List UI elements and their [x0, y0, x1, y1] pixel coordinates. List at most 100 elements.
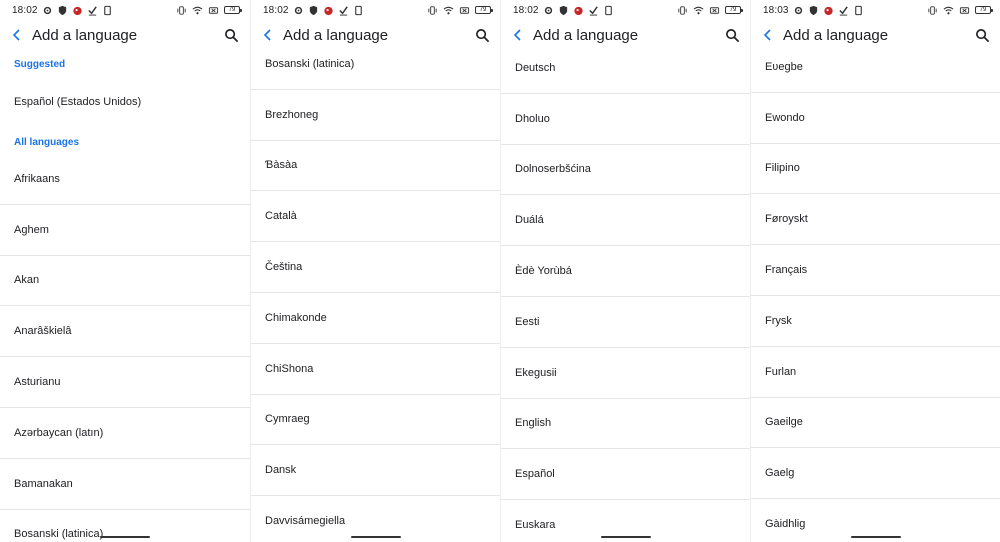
status-bar: 18:02 79 — [0, 0, 250, 20]
list-item[interactable]: Èdè Yorùbá — [501, 246, 750, 297]
status-bar: 18:02 79 — [251, 0, 500, 20]
list-item[interactable]: Frysk — [751, 296, 1000, 347]
shield-icon — [57, 5, 68, 16]
battery-icon: 79 — [975, 6, 993, 14]
list-item[interactable]: Español (Estados Unidos) — [0, 78, 250, 126]
section-header-suggested: Suggested — [14, 59, 66, 70]
battery-icon: 79 — [725, 6, 743, 14]
list-item[interactable]: Čeština — [251, 242, 500, 293]
check-icon — [588, 5, 599, 16]
gesture-nav-handle[interactable] — [851, 536, 901, 538]
gear-icon — [793, 5, 804, 16]
gesture-nav-handle[interactable] — [351, 536, 401, 538]
list-item[interactable]: Gaelg — [751, 448, 1000, 500]
page-title: Add a language — [32, 26, 138, 44]
vibrate-icon — [927, 5, 938, 16]
battery-icon: 79 — [224, 6, 242, 14]
vibrate-icon — [677, 5, 688, 16]
screen-panel-2: 18:02 79 Add a language Bosanski (latini… — [250, 0, 500, 542]
status-time: 18:03 — [763, 4, 789, 16]
app-notification-icon — [72, 5, 83, 16]
list-item[interactable]: Azərbaycan (latın) — [0, 408, 250, 459]
list-item[interactable]: Asturianu — [0, 357, 250, 408]
list-item[interactable]: Duálá — [501, 195, 750, 247]
list-item[interactable]: Eesti — [501, 297, 750, 348]
list-item[interactable]: Føroyskt — [751, 194, 1000, 246]
no-sim-icon — [459, 5, 470, 16]
gear-icon — [543, 5, 554, 16]
list-item[interactable]: Filipino — [751, 144, 1000, 195]
status-bar: 18:02 79 — [501, 0, 750, 20]
app-notification-icon — [573, 5, 584, 16]
list-item[interactable]: Français — [751, 245, 1000, 296]
gesture-nav-handle[interactable] — [100, 536, 150, 538]
list-item[interactable]: Bamanakan — [0, 459, 250, 510]
sim-card-icon — [603, 5, 614, 16]
sim-card-icon — [102, 5, 113, 16]
shield-icon — [808, 5, 819, 16]
list-item[interactable]: Dholuo — [501, 94, 750, 145]
sim-card-icon — [853, 5, 864, 16]
gesture-nav-handle[interactable] — [601, 536, 651, 538]
list-item[interactable]: Bosanski (latinica) — [251, 39, 500, 90]
list-item[interactable]: Gaeilge — [751, 398, 1000, 449]
vibrate-icon — [176, 5, 187, 16]
app-notification-icon — [823, 5, 834, 16]
language-list: Eʋegbe Ewondo Filipino Føroyskt Français… — [751, 42, 1000, 542]
app-notification-icon — [323, 5, 334, 16]
back-arrow-icon[interactable] — [2, 20, 32, 50]
list-item[interactable]: Dansk — [251, 445, 500, 497]
screen-panel-1: 18:02 79 Add a language Suggested Españo… — [0, 0, 250, 542]
list-item[interactable]: Furlan — [751, 347, 1000, 398]
list-item[interactable]: Ewondo — [751, 93, 1000, 144]
list-item[interactable]: Ekegusii — [501, 348, 750, 399]
search-icon[interactable] — [218, 22, 244, 48]
wifi-icon — [693, 5, 704, 16]
list-item[interactable]: Ɓàsàa — [251, 141, 500, 192]
wifi-icon — [443, 5, 454, 16]
no-sim-icon — [959, 5, 970, 16]
list-item[interactable]: Chimakonde — [251, 293, 500, 344]
wifi-icon — [943, 5, 954, 16]
list-item[interactable]: Español — [501, 449, 750, 501]
language-list: Deutsch Dholuo Dolnoserbšćina Duálá Èdè … — [501, 43, 750, 542]
shield-icon — [558, 5, 569, 16]
shield-icon — [308, 5, 319, 16]
list-item[interactable]: Eʋegbe — [751, 42, 1000, 93]
check-icon — [338, 5, 349, 16]
list-item[interactable]: Anarâškielâ — [0, 306, 250, 358]
status-time: 18:02 — [513, 4, 539, 16]
list-item[interactable]: Cymraeg — [251, 395, 500, 446]
gear-icon — [42, 5, 53, 16]
screen-panel-3: 18:02 79 Add a language Deutsch Dholuo D… — [500, 0, 750, 542]
list-item[interactable]: Brezhoneg — [251, 90, 500, 141]
list-item[interactable]: English — [501, 399, 750, 450]
page-title: Add a language — [533, 26, 639, 44]
no-sim-icon — [208, 5, 219, 16]
app-bar: Add a language — [0, 20, 250, 50]
list-item[interactable]: Deutsch — [501, 43, 750, 94]
page-title: Add a language — [783, 26, 889, 44]
list-item[interactable]: ChiShona — [251, 344, 500, 395]
wifi-icon — [192, 5, 203, 16]
status-time: 18:02 — [12, 4, 38, 16]
battery-icon: 79 — [475, 6, 493, 14]
vibrate-icon — [427, 5, 438, 16]
language-list: Bosanski (latinica) Brezhoneg Ɓàsàa Cata… — [251, 39, 500, 542]
list-item[interactable]: Akan — [0, 256, 250, 307]
status-bar: 18:03 79 — [751, 0, 1000, 20]
language-list: Suggested Español (Estados Unidos) All l… — [0, 50, 250, 542]
section-header-all-languages: All languages — [14, 137, 80, 148]
gear-icon — [293, 5, 304, 16]
check-icon — [838, 5, 849, 16]
list-item[interactable]: Dolnoserbšćina — [501, 145, 750, 196]
list-item[interactable]: Català — [251, 191, 500, 243]
list-item[interactable]: Aghem — [0, 205, 250, 256]
no-sim-icon — [709, 5, 720, 16]
screenshot-collage: 18:02 79 Add a language Suggested Españo… — [0, 0, 1000, 542]
check-icon — [87, 5, 98, 16]
status-time: 18:02 — [263, 4, 289, 16]
sim-card-icon — [353, 5, 364, 16]
list-item[interactable]: Afrikaans — [0, 154, 250, 205]
screen-panel-4: 18:03 79 Add a language Eʋegbe Ewondo Fi… — [750, 0, 1000, 542]
